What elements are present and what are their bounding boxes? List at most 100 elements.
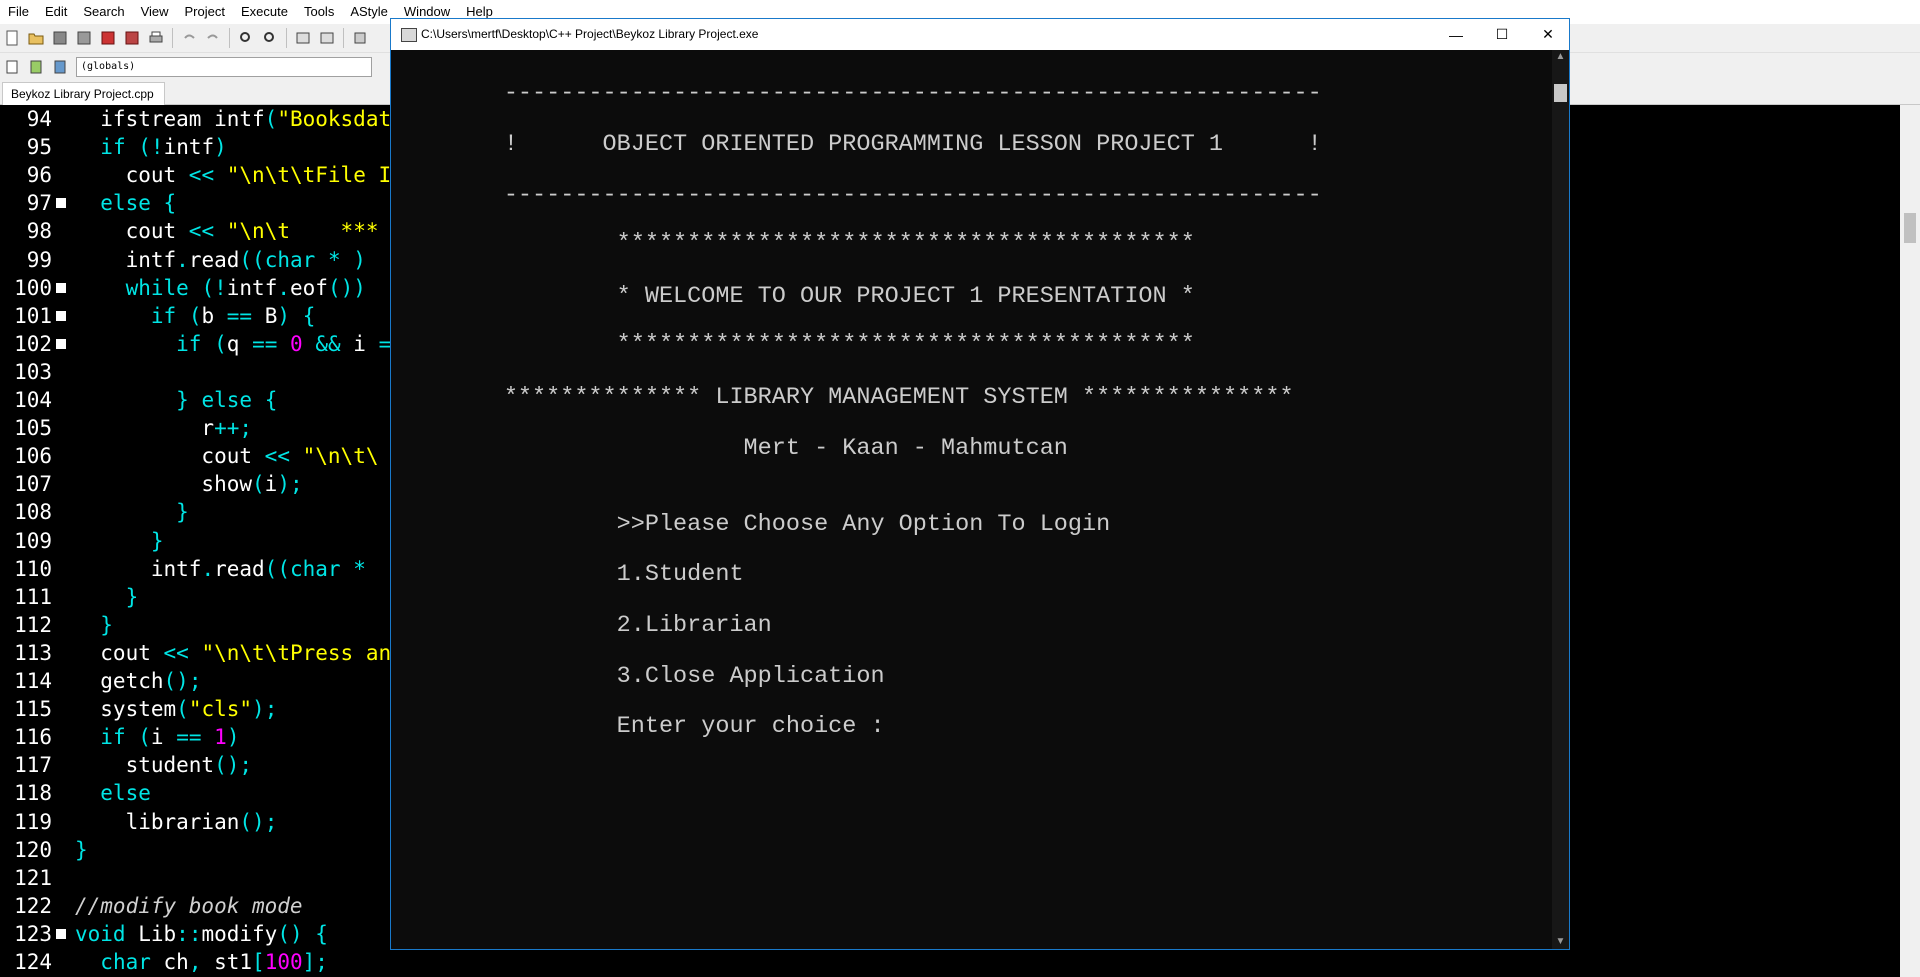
console-line: ----------------------------------------…: [391, 80, 1322, 107]
line-number: 101: [14, 303, 52, 328]
code-text: }: [75, 837, 88, 862]
code-text: intf.read((char *: [75, 556, 366, 581]
console-window[interactable]: C:\Users\mertf\Desktop\C++ Project\Beyko…: [390, 18, 1570, 950]
console-titlebar[interactable]: C:\Users\mertf\Desktop\C++ Project\Beyko…: [391, 19, 1569, 50]
console-line: ************** LIBRARY MANAGEMENT SYSTEM…: [391, 384, 1294, 411]
code-text: cout << "\n\t ***: [75, 219, 379, 244]
line-number: 106: [14, 444, 52, 469]
menu-item-execute[interactable]: Execute: [233, 0, 296, 24]
fold-marker-icon[interactable]: [56, 282, 66, 293]
print-icon[interactable]: [146, 28, 166, 48]
code-text: if (q == 0 && i =: [176, 331, 392, 356]
code-text: librarian();: [75, 809, 278, 834]
editor-vertical-scrollbar[interactable]: [1900, 105, 1920, 977]
code-text: }: [100, 612, 113, 637]
code-line[interactable]: 124 char ch, st1[100];: [0, 948, 1900, 976]
line-number: 98: [26, 219, 52, 244]
minimize-button[interactable]: —: [1433, 19, 1479, 50]
console-line: ****************************************…: [391, 331, 1195, 358]
toggle-comment-icon[interactable]: [350, 28, 370, 48]
line-number: 124: [14, 950, 52, 974]
line-number: 103: [14, 359, 52, 384]
menu-item-edit[interactable]: Edit: [37, 0, 75, 24]
replace-icon[interactable]: [260, 28, 280, 48]
console-line: ****************************************…: [391, 230, 1195, 257]
line-number: 117: [14, 753, 52, 778]
code-text: void Lib::modify() {: [75, 921, 328, 946]
line-number: 94: [26, 107, 52, 131]
open-file-icon[interactable]: [26, 28, 46, 48]
code-text: show(i);: [75, 472, 303, 497]
line-number: 116: [14, 725, 52, 750]
console-line: ----------------------------------------…: [391, 182, 1322, 209]
menu-item-tools[interactable]: Tools: [296, 0, 342, 24]
code-text: student();: [75, 753, 253, 778]
tab-beykoz-library-project[interactable]: Beykoz Library Project.cpp: [2, 82, 165, 105]
scroll-up-icon[interactable]: ▲: [1552, 50, 1569, 64]
menu-item-view[interactable]: View: [133, 0, 177, 24]
line-number: 110: [14, 556, 52, 581]
code-text: while (!intf.eof()): [125, 275, 366, 300]
code-text: char ch, st1[100];: [100, 950, 328, 974]
code-text: if (b == B) {: [150, 303, 316, 328]
line-number: 120: [14, 837, 52, 862]
code-text: if (!intf): [100, 135, 227, 160]
menu-item-project[interactable]: Project: [177, 0, 233, 24]
fold-marker-icon[interactable]: [56, 310, 66, 321]
redo-icon[interactable]: [203, 28, 223, 48]
code-text: system("cls");: [75, 697, 278, 722]
unindent-icon[interactable]: [317, 28, 337, 48]
scroll-down-icon[interactable]: ▼: [1552, 935, 1569, 949]
line-number: 100: [14, 275, 52, 300]
close-file-icon[interactable]: [98, 28, 118, 48]
maximize-button[interactable]: ☐: [1479, 19, 1525, 50]
fold-marker-icon[interactable]: [56, 928, 66, 939]
line-number: 109: [14, 528, 52, 553]
line-number: 99: [26, 247, 52, 272]
code-text: } else {: [176, 388, 278, 412]
code-text: }: [176, 500, 189, 525]
code-text: }: [150, 528, 164, 553]
fold-marker-icon[interactable]: [56, 338, 66, 349]
line-number: 102: [14, 331, 52, 356]
save-all-icon[interactable]: [74, 28, 94, 48]
menu-item-search[interactable]: Search: [75, 0, 132, 24]
fold-marker-icon[interactable]: [56, 198, 66, 209]
editor-scroll-thumb[interactable]: [1904, 213, 1916, 243]
console-scrollbar[interactable]: ▲ ▼: [1552, 50, 1569, 949]
menu-item-file[interactable]: File: [0, 0, 37, 24]
globals-selector[interactable]: (globals): [76, 57, 372, 77]
code-text: getch();: [75, 669, 202, 693]
indent-icon[interactable]: [293, 28, 313, 48]
save-icon[interactable]: [50, 28, 70, 48]
console-line: ! OBJECT ORIENTED PROGRAMMING LESSON PRO…: [391, 131, 1322, 158]
line-number: 113: [14, 640, 52, 665]
code-text: cout << "\n\t\: [75, 444, 379, 469]
console-app-icon: [401, 28, 417, 42]
console-line: Mert - Kaan - Mahmutcan: [391, 435, 1068, 462]
line-number: 108: [14, 500, 52, 525]
project-add-icon[interactable]: [26, 57, 46, 77]
code-text: else {: [100, 191, 177, 216]
console-screen[interactable]: ----------------------------------------…: [391, 50, 1551, 949]
undo-icon[interactable]: [179, 28, 199, 48]
close-all-icon[interactable]: [122, 28, 142, 48]
code-text: if (i == 1): [100, 725, 240, 750]
console-line: Enter your choice :: [391, 713, 885, 740]
line-number: 122: [14, 893, 52, 918]
close-button[interactable]: ✕: [1525, 19, 1571, 50]
console-line: 2.Librarian: [391, 612, 772, 639]
code-text: }: [125, 584, 139, 609]
line-number: 105: [14, 416, 52, 441]
new-file-icon[interactable]: [2, 28, 22, 48]
code-text: cout << "\n\t\tPress an: [75, 640, 392, 665]
line-number: 123: [14, 921, 52, 946]
menu-item-astyle[interactable]: AStyle: [342, 0, 396, 24]
console-scroll-thumb[interactable]: [1554, 84, 1567, 102]
project-options-icon[interactable]: [50, 57, 70, 77]
project-new-icon[interactable]: [2, 57, 22, 77]
find-icon[interactable]: [236, 28, 256, 48]
line-number: 96: [26, 163, 52, 188]
line-number: 121: [14, 865, 52, 890]
line-number: 111: [14, 584, 52, 609]
